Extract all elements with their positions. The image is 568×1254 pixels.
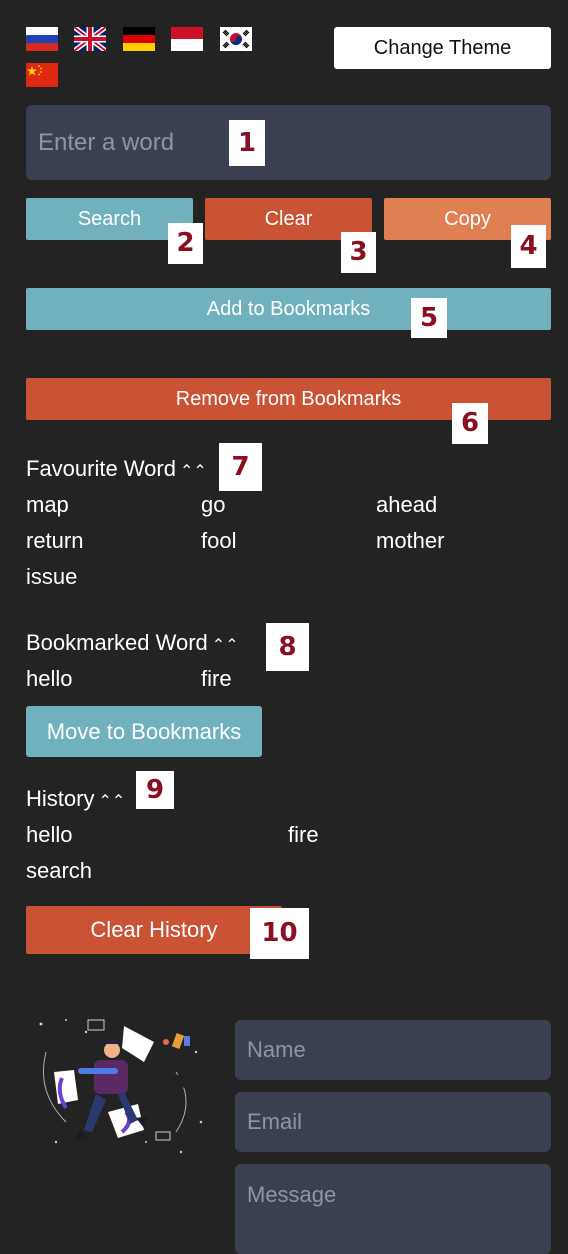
history-section-title[interactable]: History ⌃⌃ (26, 786, 125, 812)
history-word[interactable]: search (26, 858, 92, 884)
bookmarked-word[interactable]: fire (201, 666, 232, 692)
favourite-word[interactable]: issue (26, 564, 77, 590)
add-to-bookmarks-button[interactable]: Add to Bookmarks (26, 288, 551, 330)
chevron-up-icon[interactable]: ⌃⌃ (180, 463, 207, 480)
favourite-word[interactable]: go (201, 492, 225, 518)
bookmarked-title-text: Bookmarked Word (26, 630, 208, 655)
favourite-word[interactable]: ahead (376, 492, 437, 518)
annotation-marker: 1 (229, 120, 265, 166)
annotation-marker: 5 (411, 298, 447, 338)
indonesia-flag-icon[interactable] (171, 27, 204, 51)
move-to-bookmarks-button[interactable]: Move to Bookmarks (26, 706, 262, 757)
change-theme-button[interactable]: Change Theme (334, 27, 551, 69)
favourite-word[interactable]: fool (201, 528, 236, 554)
history-word[interactable]: hello (26, 822, 72, 848)
germany-flag-icon[interactable] (122, 27, 155, 51)
contact-illustration (39, 1019, 203, 1154)
annotation-marker: 8 (266, 623, 309, 671)
korea-flag-icon[interactable] (219, 27, 252, 51)
word-search-input[interactable] (26, 105, 551, 180)
bookmarked-section-title[interactable]: Bookmarked Word ⌃⌃ (26, 630, 239, 656)
chevron-up-icon[interactable]: ⌃⌃ (98, 793, 125, 810)
favourite-word[interactable]: mother (376, 528, 444, 554)
annotation-marker: 7 (219, 443, 262, 491)
annotation-marker: 3 (341, 232, 376, 273)
favourite-word[interactable]: map (26, 492, 69, 518)
russia-flag-icon[interactable] (26, 27, 58, 51)
annotation-marker: 9 (136, 771, 174, 809)
history-title-text: History (26, 786, 95, 811)
china-flag-icon[interactable] (26, 63, 58, 87)
annotation-marker: 4 (511, 225, 546, 268)
email-field[interactable] (235, 1092, 551, 1152)
annotation-marker: 2 (168, 223, 203, 264)
favourite-title-text: Favourite Word (26, 456, 176, 481)
favourite-word[interactable]: return (26, 528, 83, 554)
chevron-up-icon[interactable]: ⌃⌃ (212, 637, 239, 654)
annotation-marker: 6 (452, 403, 488, 444)
annotation-marker: 10 (250, 908, 309, 959)
uk-flag-icon[interactable] (74, 27, 107, 51)
favourite-section-title[interactable]: Favourite Word ⌃⌃ (26, 456, 207, 482)
history-word[interactable]: fire (288, 822, 319, 848)
clear-history-button[interactable]: Clear History (26, 906, 282, 954)
name-field[interactable] (235, 1020, 551, 1080)
bookmarked-word[interactable]: hello (26, 666, 72, 692)
